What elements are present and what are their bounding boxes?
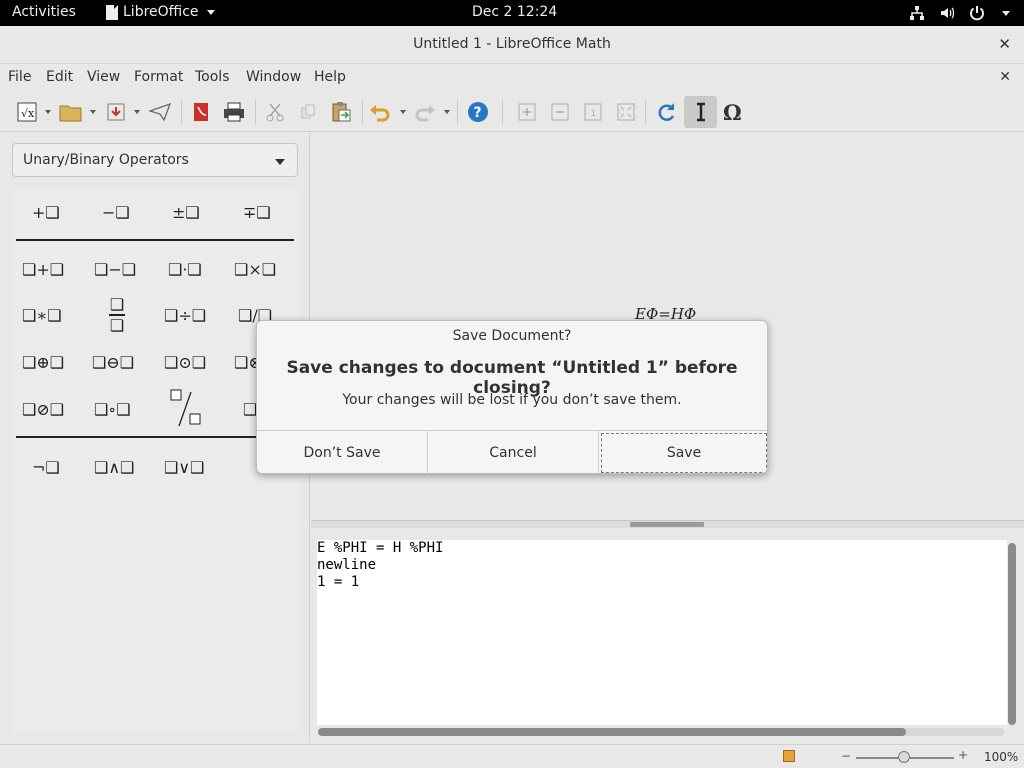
libreoffice-document-icon — [106, 4, 118, 20]
app-menu-button[interactable]: LibreOffice — [106, 4, 215, 20]
network-icon — [910, 6, 924, 20]
dialog-message: Your changes will be lost if you don’t s… — [342, 392, 682, 408]
save-button[interactable]: Save — [599, 431, 767, 473]
dialog-title: Save Document? — [452, 328, 572, 344]
dialog-button-row: Don’t Save Cancel Save — [257, 430, 767, 473]
power-icon — [970, 6, 984, 21]
chevron-down-icon — [206, 9, 215, 15]
activities-button[interactable]: Activities — [12, 4, 76, 20]
clock[interactable]: Dec 2 12:24 — [472, 4, 557, 20]
dont-save-button[interactable]: Don’t Save — [257, 431, 428, 473]
gnome-top-bar: Activities LibreOffice Dec 2 12:24 — [0, 0, 1024, 26]
chevron-down-icon — [1002, 10, 1010, 16]
app-menu-label: LibreOffice — [123, 4, 199, 20]
cancel-button[interactable]: Cancel — [428, 431, 599, 473]
save-document-dialog: Save Document? Save changes to document … — [256, 320, 768, 474]
system-tray[interactable] — [909, 5, 1010, 21]
volume-icon — [941, 7, 955, 19]
